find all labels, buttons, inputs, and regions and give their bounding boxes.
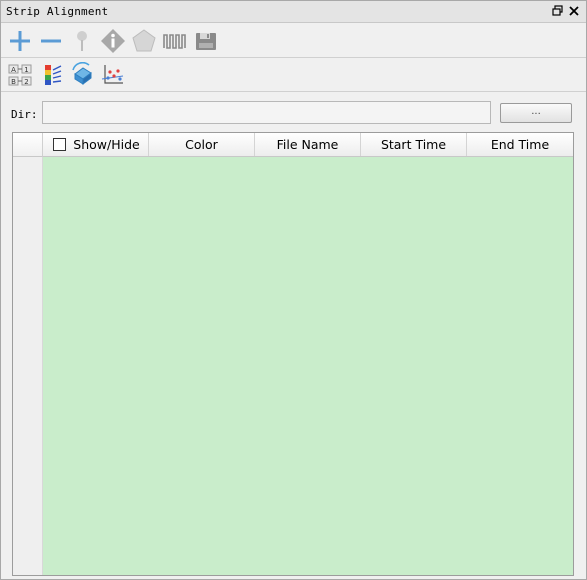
scatter-axis-icon[interactable] — [99, 62, 125, 88]
column-header-color[interactable]: Color — [149, 133, 255, 156]
svg-text:A: A — [11, 66, 16, 74]
row-header-column — [13, 157, 43, 575]
rotate-cube-icon[interactable] — [69, 62, 95, 88]
svg-text:1: 1 — [24, 66, 28, 74]
column-header-start-time[interactable]: Start Time — [361, 133, 467, 156]
table-body[interactable] — [43, 157, 573, 575]
float-restore-icon[interactable] — [551, 4, 565, 18]
panel-title: Strip Alignment — [6, 5, 109, 18]
ab-compare-icon[interactable]: A 1 B 2 — [7, 62, 33, 88]
svg-text:2: 2 — [24, 78, 28, 86]
close-icon[interactable] — [567, 4, 581, 18]
show-all-checkbox[interactable] — [53, 138, 66, 151]
color-bars-icon[interactable] — [40, 62, 66, 88]
column-header-show-hide[interactable]: Show/Hide — [43, 133, 149, 156]
toolbar-secondary: A 1 B 2 — [1, 59, 586, 92]
pin-icon[interactable] — [69, 28, 95, 54]
add-icon[interactable] — [7, 28, 33, 54]
column-header-end-time[interactable]: End Time — [467, 133, 573, 156]
column-header-file-name[interactable]: File Name — [255, 133, 361, 156]
dir-input[interactable] — [42, 101, 491, 124]
remove-icon[interactable] — [38, 28, 64, 54]
file-table: Show/Hide Color File Name Start Time End… — [12, 132, 574, 576]
pentagon-icon[interactable] — [131, 28, 157, 54]
strip-alignment-panel: Strip Alignment A 1 B 2 Dir: ... Show/Hi… — [0, 0, 587, 580]
table-header: Show/Hide Color File Name Start Time End… — [43, 133, 573, 157]
waveform-icon[interactable] — [162, 28, 188, 54]
dir-label: Dir: — [11, 108, 38, 121]
svg-text:B: B — [11, 78, 16, 86]
browse-button[interactable]: ... — [500, 103, 572, 123]
table-corner — [13, 133, 43, 157]
save-icon[interactable] — [193, 28, 219, 54]
info-icon[interactable] — [100, 28, 126, 54]
toolbar-primary — [1, 25, 586, 58]
title-bar: Strip Alignment — [1, 1, 586, 23]
